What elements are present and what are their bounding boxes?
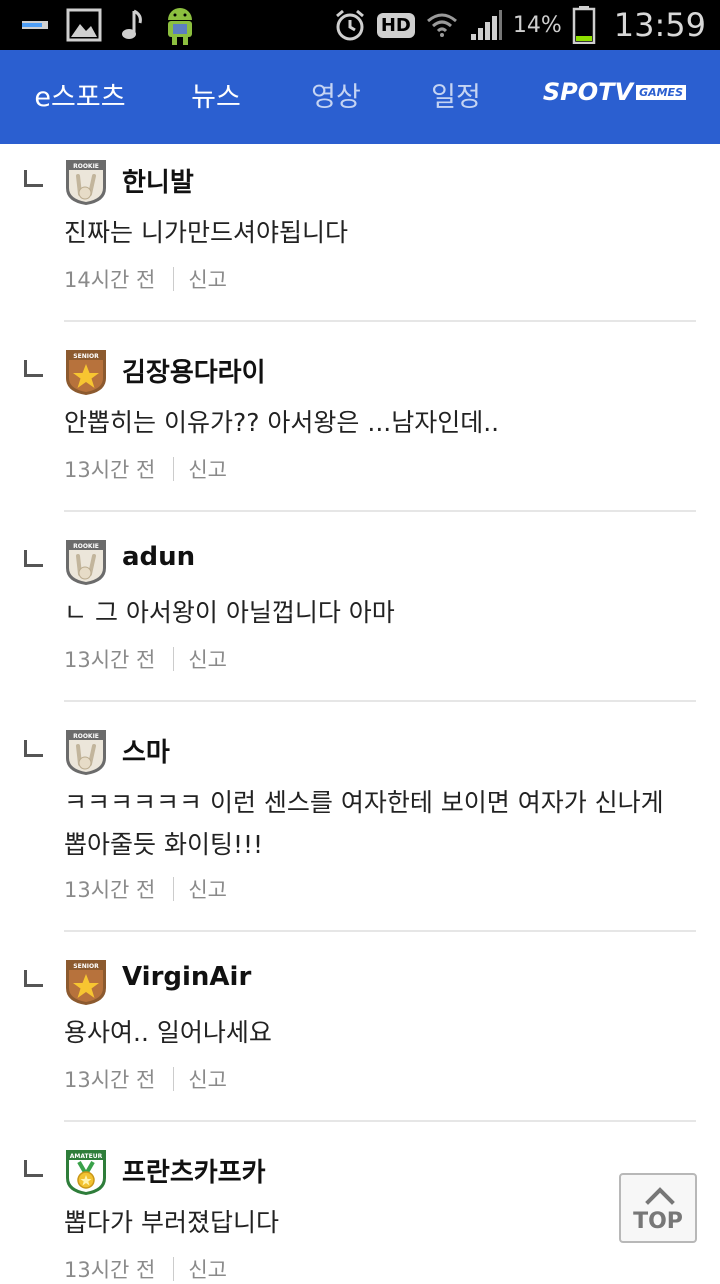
comment-author[interactable]: 스마 [122,732,170,769]
status-bar: HD 14% 13:59 [0,0,720,50]
comment-time: 13시간 전 [64,648,156,672]
usb-icon [22,21,48,29]
svg-text:AMATEUR: AMATEUR [70,1153,103,1160]
top-nav: e스포츠 뉴스 영상 일정 SPOTV GAMES [0,50,720,144]
comment-time: 13시간 전 [64,878,156,902]
report-link[interactable]: 신고 [188,1064,227,1094]
logo-sub: GAMES [636,84,686,100]
notification-icons [22,6,198,45]
comment-author[interactable]: 프란츠카프카 [122,1152,266,1189]
reply-indent-icon [24,970,43,987]
tab-video[interactable]: 영상 [296,50,376,144]
comment-time: 13시간 전 [64,458,156,482]
alarm-icon [335,9,364,41]
android-icon [168,8,192,45]
reply-indent-icon [24,360,43,377]
rookie-badge-icon: ROOKIE [66,160,106,205]
report-link[interactable]: 신고 [188,644,227,674]
divider [64,320,696,322]
comment-item: ROOKIE 스마 ㅋㅋㅋㅋㅋㅋ 이런 센스를 여자한테 보이면 여자가 신나게… [0,716,720,946]
meta-separator [173,267,175,291]
comment-meta: 13시간 전 신고 [64,454,227,484]
comment-item: ROOKIE 한니발 진짜는 니가만드셔야됩니다 14시간 전 신고 [0,146,720,336]
svg-text:ROOKIE: ROOKIE [73,163,99,170]
battery-percent: 14% [512,12,562,38]
scroll-top-button[interactable]: TOP [619,1173,697,1243]
spotv-games-logo[interactable]: SPOTV GAMES [543,78,686,106]
senior-badge-icon: SENIOR [66,960,106,1005]
meta-separator [173,1067,175,1091]
report-link[interactable]: 신고 [188,454,227,484]
comment-author[interactable]: adun [122,542,195,572]
divider [64,510,696,512]
meta-separator [173,1257,175,1281]
reply-indent-icon [24,550,43,567]
logo-main: SPOTV [542,78,634,106]
comment-item: ROOKIE adun ㄴ 그 아서왕이 아닐껍니다 아마 13시간 전 신고 [0,526,720,716]
battery-icon [572,6,596,44]
scroll-top-label: TOP [633,1209,683,1234]
comment-item: AMATEUR 프란츠카프카 뽑다가 부러졌답니다 13시간 전 신고 [0,1136,720,1282]
comment-author[interactable]: VirginAir [122,962,251,992]
rookie-badge-icon: ROOKIE [66,540,106,585]
chevron-up-icon [645,1187,675,1205]
report-link[interactable]: 신고 [188,874,227,904]
comment-meta: 14시간 전 신고 [64,264,227,294]
comment-time: 14시간 전 [64,268,156,292]
amateur-badge-icon: AMATEUR [66,1150,106,1195]
senior-badge-icon: SENIOR [66,350,106,395]
tab-schedule[interactable]: 일정 [416,50,496,144]
reply-indent-icon [24,170,43,187]
comment-item: SENIOR VirginAir 용사여.. 일어나세요 13시간 전 신고 [0,946,720,1136]
comment-meta: 13시간 전 신고 [64,1064,227,1094]
comment-text: 뽑다가 부러졌답니다 [64,1208,279,1237]
rookie-badge-icon: ROOKIE [66,730,106,775]
comment-text: 안뽑히는 이유가?? 아서왕은 ...남자인데.. [64,408,500,437]
svg-text:ROOKIE: ROOKIE [73,733,99,740]
tab-esports[interactable]: e스포츠 [30,50,130,144]
tab-news[interactable]: 뉴스 [176,50,256,144]
clock: 13:59 [613,6,706,44]
meta-separator [173,457,175,481]
signal-icon [470,10,502,40]
svg-text:SENIOR: SENIOR [73,353,99,360]
comment-text: ㅋㅋㅋㅋㅋㅋ 이런 센스를 여자한테 보이면 여자가 신나게 뽑아줄듯 화이팅!… [64,788,664,859]
meta-separator [173,877,175,901]
system-icons: HD 14% 13:59 [333,4,706,46]
comment-time: 13시간 전 [64,1068,156,1092]
wifi-icon [426,13,457,37]
comment-text: 용사여.. 일어나세요 [64,1018,272,1047]
reply-indent-icon [24,740,43,757]
meta-separator [173,647,175,671]
comment-text: 진짜는 니가만드셔야됩니다 [64,218,348,247]
comment-text: ㄴ 그 아서왕이 아닐껍니다 아마 [64,598,395,627]
hd-voice-icon: HD [376,12,415,38]
comment-meta: 13시간 전 신고 [64,874,227,904]
reply-indent-icon [24,1160,43,1177]
divider [64,1120,696,1122]
divider [64,930,696,932]
comment-author[interactable]: 한니발 [122,162,194,199]
divider [64,700,696,702]
comment-author[interactable]: 김장용다라이 [122,352,266,389]
svg-text:SENIOR: SENIOR [73,963,99,970]
music-note-icon [122,9,142,39]
report-link[interactable]: 신고 [188,264,227,294]
svg-text:ROOKIE: ROOKIE [73,543,99,550]
comment-item: SENIOR 김장용다라이 안뽑히는 이유가?? 아서왕은 ...남자인데.. … [0,336,720,526]
comment-meta: 13시간 전 신고 [64,644,227,674]
gallery-icon [66,8,102,42]
